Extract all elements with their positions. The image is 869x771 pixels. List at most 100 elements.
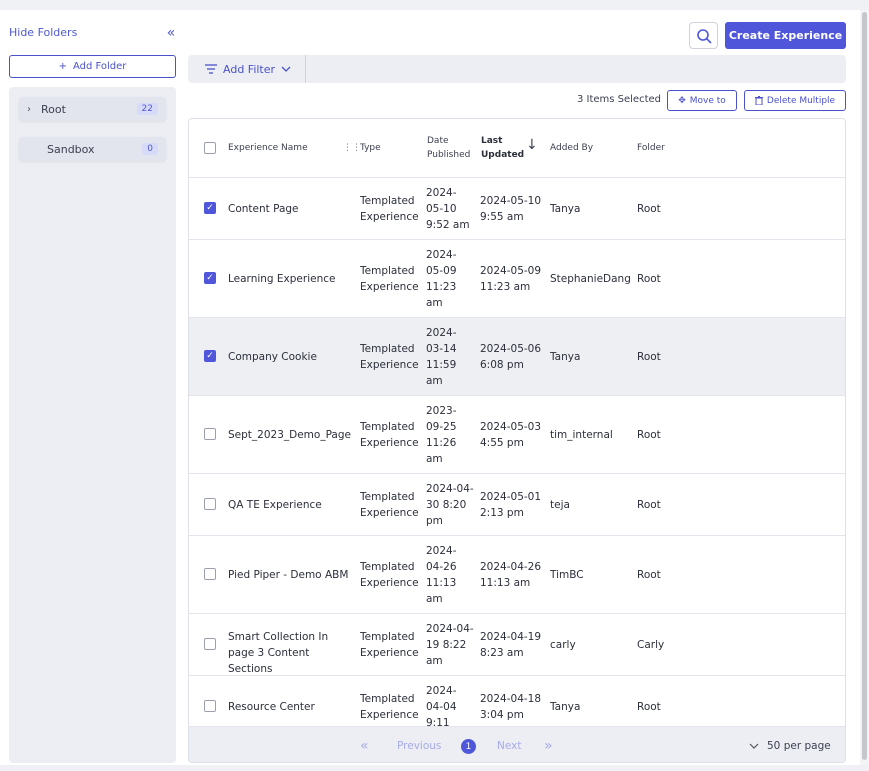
row-checkbox-checked[interactable]: ✓ <box>204 350 216 362</box>
row-checkbox-checked[interactable]: ✓ <box>204 202 216 214</box>
cell-name[interactable]: Pied Piper - Demo ABM <box>228 567 353 583</box>
page-scrollbar-thumb[interactable] <box>862 12 867 760</box>
cell-type: Templated Experience <box>360 631 419 659</box>
cell-updated: 2024-04-19 8:23 am <box>480 631 542 659</box>
filter-bar: Add Filter <box>188 55 846 83</box>
cell-name[interactable]: Content Page <box>228 201 348 217</box>
table-row[interactable]: Pied Piper - Demo ABM Templated Experien… <box>189 536 845 614</box>
cell-name[interactable]: Smart Collection In page 3 Content Secti… <box>228 629 354 677</box>
cell-type: Templated Experience <box>360 693 419 721</box>
table-row[interactable]: ✓ Content Page Templated Experience 2024… <box>189 178 845 240</box>
cell-updated: 2024-05-09 11:23 am <box>480 265 542 293</box>
row-checkbox[interactable] <box>204 638 216 650</box>
header-type[interactable]: Type <box>360 141 381 155</box>
header-last-updated[interactable]: Last Updated <box>481 134 525 162</box>
table-body: ✓ Content Page Templated Experience 2024… <box>189 178 845 726</box>
current-page-badge[interactable]: 1 <box>461 739 476 754</box>
row-checkbox[interactable] <box>204 498 216 510</box>
cell-type: Templated Experience <box>360 561 419 589</box>
row-checkbox[interactable] <box>204 700 216 712</box>
row-checkbox[interactable] <box>204 568 216 580</box>
pagination-bar: « Previous 1 Next » 50 per page <box>189 726 845 762</box>
header-folder[interactable]: Folder <box>637 141 665 155</box>
add-folder-button[interactable]: + Add Folder <box>9 55 176 78</box>
cell-published: 2024-05-10 9:52 am <box>426 187 470 231</box>
drag-handle-icon[interactable]: ⋮⋮ <box>343 141 361 155</box>
previous-page-button[interactable]: Previous <box>397 727 441 762</box>
cell-added-by: StephanieDang <box>550 273 631 285</box>
experiences-table: Experience Name ⋮⋮ Type Date Published L… <box>188 118 846 763</box>
cell-updated: 2024-05-01 2:13 pm <box>480 491 542 519</box>
per-page-label: 50 per page <box>767 739 831 752</box>
cell-type: Templated Experience <box>360 195 419 223</box>
cell-folder: Root <box>637 273 661 285</box>
cell-added-by: TimBC <box>550 569 584 581</box>
table-header: Experience Name ⋮⋮ Type Date Published L… <box>189 119 845 178</box>
folder-item-sandbox[interactable]: Sandbox 0 <box>19 137 166 161</box>
cell-folder: Carly <box>637 639 665 651</box>
folder-name: Root <box>41 102 66 116</box>
header-experience-name[interactable]: Experience Name <box>228 141 328 155</box>
cell-name[interactable]: Resource Center <box>228 699 348 715</box>
chevron-down-icon <box>749 743 759 749</box>
cell-published: 2024-03-14 11:59 am <box>426 327 457 387</box>
header-added-by[interactable]: Added By <box>550 141 593 155</box>
sort-arrow-down-icon[interactable]: ↓ <box>526 138 538 152</box>
chevron-right-icon[interactable]: › <box>27 104 41 115</box>
folder-item-root[interactable]: › Root 22 <box>19 97 166 121</box>
move-to-button[interactable]: ✥ Move to <box>667 90 737 111</box>
add-filter-button[interactable]: Add Filter <box>205 55 291 83</box>
next-page-button[interactable]: Next <box>497 727 521 762</box>
last-page-icon[interactable]: » <box>544 727 553 762</box>
folder-count-badge: 22 <box>136 103 158 115</box>
per-page-select[interactable]: 50 per page <box>749 727 831 762</box>
row-checkbox-checked[interactable]: ✓ <box>204 272 216 284</box>
delete-multiple-button[interactable]: Delete Multiple <box>744 90 846 111</box>
cell-folder: Root <box>637 429 661 441</box>
cell-added-by: carly <box>550 639 576 651</box>
cell-folder: Root <box>637 569 661 581</box>
cell-name[interactable]: Sept_2023_Demo_Page <box>228 427 353 443</box>
move-icon: ✥ <box>678 95 686 106</box>
cell-added-by: Tanya <box>550 203 581 215</box>
cell-published: 2023-09-25 11:26 am <box>426 405 457 465</box>
cell-type: Templated Experience <box>360 265 419 293</box>
first-page-icon[interactable]: « <box>360 727 369 762</box>
cell-type: Templated Experience <box>360 421 419 449</box>
hide-folders-link[interactable]: Hide Folders <box>9 26 77 39</box>
search-button[interactable] <box>689 22 718 49</box>
table-row[interactable]: ✓ Learning Experience Templated Experien… <box>189 240 845 318</box>
cell-published: 2024-04-04 9:11 am <box>426 685 457 726</box>
search-icon <box>696 28 711 43</box>
select-all-checkbox[interactable] <box>204 142 216 154</box>
selected-count: 3 Items Selected <box>576 94 661 105</box>
double-chevron-left-icon[interactable]: « <box>163 25 179 41</box>
cell-name[interactable]: Company Cookie <box>228 349 348 365</box>
trash-icon <box>754 96 763 105</box>
cell-folder: Root <box>637 203 661 215</box>
cell-folder: Root <box>637 499 661 511</box>
table-row[interactable]: ✓ Company Cookie Templated Experience 20… <box>189 318 845 396</box>
table-row[interactable]: QA TE Experience Templated Experience 20… <box>189 474 845 536</box>
top-band <box>0 0 869 10</box>
table-row[interactable]: Resource Center Templated Experience 202… <box>189 676 845 726</box>
folder-name: Sandbox <box>47 142 95 156</box>
create-experience-button[interactable]: Create Experience <box>725 22 846 49</box>
cell-updated: 2024-05-10 9:55 am <box>480 195 542 223</box>
bottom-band <box>0 765 869 771</box>
table-row[interactable]: Smart Collection In page 3 Content Secti… <box>189 614 845 676</box>
cell-published: 2024-04-26 11:13 am <box>426 545 457 605</box>
header-date-published[interactable]: Date Published <box>427 134 475 162</box>
move-to-label: Move to <box>689 95 726 106</box>
cell-published: 2024-05-09 11:23 am <box>426 249 457 309</box>
cell-added-by: tim_internal <box>550 429 613 441</box>
filter-icon <box>205 64 217 74</box>
cell-name[interactable]: QA TE Experience <box>228 497 348 513</box>
cell-name[interactable]: Learning Experience <box>228 271 348 287</box>
table-row[interactable]: Sept_2023_Demo_Page Templated Experience… <box>189 396 845 474</box>
cell-folder: Root <box>637 351 661 363</box>
row-checkbox[interactable] <box>204 428 216 440</box>
folder-count-badge: 0 <box>142 143 158 155</box>
filter-divider <box>305 55 306 83</box>
cell-folder: Root <box>637 701 661 713</box>
